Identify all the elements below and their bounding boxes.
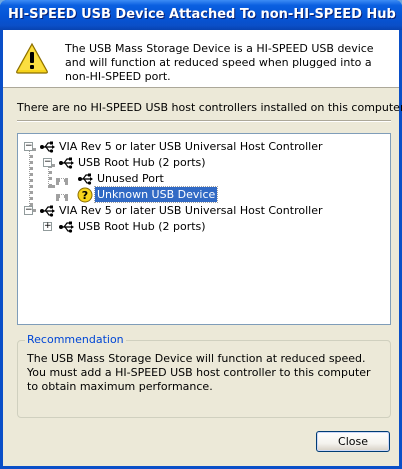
warning-message: The USB Mass Storage Device is a HI-SPEE… [65,42,374,83]
usb-port-icon [77,171,93,187]
collapse-icon[interactable]: − [43,158,52,167]
warning-triangle-icon [16,42,48,74]
tree-node[interactable]: Unused Port [18,171,388,187]
tree-node-label[interactable]: VIA Rev 5 or later USB Universal Host Co… [57,139,324,154]
svg-text:?: ? [82,189,88,202]
recommendation-title: Recommendation [25,333,126,346]
tree-node[interactable]: − USB Root Hub (2 ports) [18,155,388,171]
tree-node-label[interactable]: USB Root Hub (2 ports) [76,219,208,234]
tree-node[interactable]: − VIA Rev 5 or later USB Universal Host C… [18,139,388,155]
tree-node-label[interactable]: USB Root Hub (2 ports) [76,155,208,170]
separator [17,120,391,122]
usb-unknown-device-icon: ? [77,187,93,203]
tree-node[interactable]: − VIA Rev 5 or later USB Universal Host C… [18,203,388,219]
tree-node[interactable]: ? Unknown USB Device [18,186,388,203]
collapse-icon[interactable]: − [24,142,33,151]
tree-node-label[interactable]: Unknown USB Device [93,186,219,203]
tree-node-label[interactable]: VIA Rev 5 or later USB Universal Host Co… [57,203,324,218]
usb-device-tree[interactable]: − VIA Rev 5 or later USB Universal Host C… [17,133,391,325]
window-title: HI-SPEED USB Device Attached To non-HI-S… [8,7,396,22]
tree-connector-line [56,194,68,198]
usb-hub-icon [58,219,74,235]
collapse-icon[interactable]: − [24,206,33,215]
usb-hub-icon [58,155,74,171]
header-panel: The USB Mass Storage Device is a HI-SPEE… [3,30,399,88]
usb-controller-icon [39,139,55,155]
title-bar[interactable]: HI-SPEED USB Device Attached To non-HI-S… [0,0,402,30]
tree-connector-line [56,178,68,182]
expand-icon[interactable]: + [43,222,52,231]
dialog-window: HI-SPEED USB Device Attached To non-HI-S… [0,0,402,469]
tree-node[interactable]: + USB Root Hub (2 ports) [18,219,388,235]
usb-controller-icon [39,203,55,219]
close-button[interactable]: Close [316,431,390,452]
tree-node-label[interactable]: Unused Port [95,171,166,186]
host-controller-info: There are no HI-SPEED USB host controlle… [17,101,402,114]
dialog-body: The USB Mass Storage Device is a HI-SPEE… [3,30,402,466]
recommendation-text: The USB Mass Storage Device will functio… [27,352,371,393]
